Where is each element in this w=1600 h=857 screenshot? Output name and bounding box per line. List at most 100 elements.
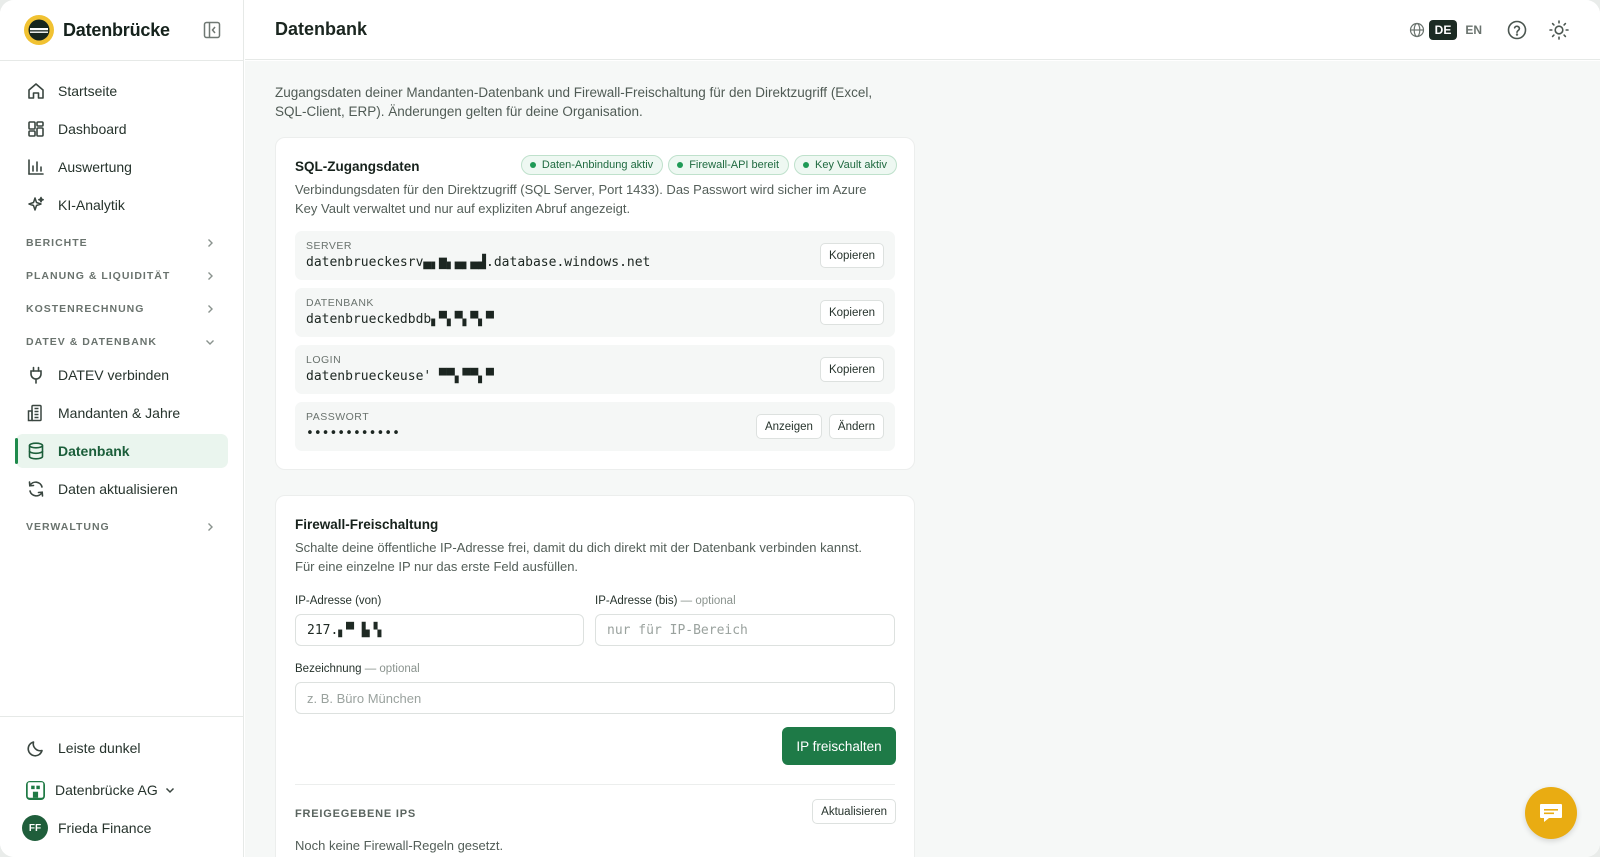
sidebar-nav: Startseite Dashboard Auswertung KI-Analy… [15, 74, 228, 543]
theme-toggle[interactable]: Leiste dunkel [16, 729, 228, 767]
status-badge: Daten-Anbindung aktiv [520, 155, 664, 175]
chat-widget-button[interactable] [1525, 787, 1577, 839]
sidebar-item-label: Auswertung [58, 159, 132, 175]
moon-icon [27, 741, 43, 757]
theme-toggle-label: Leiste dunkel [58, 740, 141, 756]
plug-icon [30, 366, 42, 384]
section-label: BERICHTE [26, 236, 88, 249]
credential-database: DATENBANK datenbrueckedbdb▖▀▖▀▖▀▖▀ Kopie… [295, 288, 895, 337]
status-dot-icon [803, 162, 810, 168]
chat-icon [1540, 804, 1562, 822]
lang-de-button[interactable]: DE [1428, 20, 1458, 40]
ip-freischalten-button[interactable]: IP freischalten [782, 727, 896, 765]
chevron-down-icon [206, 339, 214, 345]
refresh-rules-button[interactable]: Aktualisieren [812, 799, 896, 824]
credential-label: PASSWORT [306, 411, 370, 423]
description-label: Bezeichnung — optional [295, 663, 420, 675]
section-label: KOSTENRECHNUNG [26, 302, 145, 315]
credential-label: LOGIN [306, 354, 342, 366]
description-input[interactable]: z. B. Büro München [295, 682, 895, 714]
card-description: Verbindungsdaten für den Direktzugriff (… [295, 182, 867, 216]
credential-password: PASSWORT •••••••••••• Anzeigen Ändern [295, 402, 895, 451]
language-switcher: DE EN [1409, 20, 1486, 40]
user-menu[interactable]: FF Frieda Finance [16, 809, 228, 847]
ip-to-input[interactable]: nur für IP-Bereich [595, 614, 895, 646]
brand-logo-icon [24, 15, 54, 45]
org-logo-icon [26, 780, 45, 800]
sidebar-item-label: Dashboard [58, 121, 127, 137]
copy-server-button[interactable]: Kopieren [819, 243, 884, 268]
sidebar-section-verwaltung[interactable]: VERWALTUNG [16, 510, 228, 543]
ip-from-label: IP-Adresse (von) [295, 595, 382, 607]
credential-server: SERVER datenbrueckesrv▄▖▆▖▄▖▄▟.database.… [295, 231, 895, 280]
empty-state-text: Noch keine Firewall-Regeln gesetzt. [295, 838, 504, 853]
page-title: Datenbank [275, 19, 368, 39]
badge-label: Key Vault aktiv [815, 159, 887, 171]
chevron-down-icon [165, 787, 174, 794]
status-dot-icon [677, 162, 684, 168]
copy-login-button[interactable]: Kopieren [819, 357, 884, 382]
sparkles-icon [28, 196, 44, 211]
divider [295, 784, 895, 785]
sidebar-item-label: KI-Analytik [58, 197, 125, 213]
help-icon[interactable] [1506, 19, 1528, 41]
org-name: Datenbrücke AG [55, 782, 158, 798]
status-badge: Key Vault aktiv [794, 155, 897, 175]
password-masked-value: •••••••••••• [306, 426, 400, 441]
bar-chart-icon [28, 159, 44, 175]
section-label: DATEV & DATENBANK [26, 335, 157, 348]
chevron-right-icon [208, 522, 213, 531]
brand-name: Datenbrücke [63, 19, 170, 40]
card-title: SQL-Zugangsdaten [295, 159, 420, 174]
globe-icon [1409, 22, 1424, 38]
sql-credentials-card: SQL-Zugangsdaten Daten-Anbindung aktiv F… [275, 137, 915, 470]
badge-label: Firewall-API bereit [689, 159, 780, 171]
sidebar: Datenbrücke Startseite Dashboard Auswert… [0, 0, 244, 857]
badge-label: Daten-Anbindung aktiv [541, 159, 654, 171]
sidebar-item-startseite[interactable]: Startseite [16, 74, 228, 108]
status-badge: Firewall-API bereit [668, 155, 790, 175]
sun-icon[interactable] [1548, 19, 1570, 41]
sidebar-section-planung[interactable]: PLANUNG & LIQUIDITÄT [16, 259, 228, 292]
allowed-ips-title: FREIGEGEBENE IPS [295, 808, 416, 820]
lang-en-button[interactable]: EN [1461, 20, 1486, 40]
sidebar-divider [0, 60, 244, 61]
sidebar-item-datev-verbinden[interactable]: DATEV verbinden [16, 358, 228, 392]
copy-database-button[interactable]: Kopieren [819, 300, 884, 325]
sidebar-section-kostenrechnung[interactable]: KOSTENRECHNUNG [16, 292, 228, 325]
sidebar-item-daten-aktualisieren[interactable]: Daten aktualisieren [16, 472, 228, 506]
card-description: Schalte deine öffentliche IP-Adresse fre… [295, 540, 863, 574]
show-password-button[interactable]: Anzeigen [755, 414, 822, 439]
user-name: Frieda Finance [58, 820, 152, 836]
ip-from-input[interactable]: 217.▖▀ ▙▝▖ [295, 614, 584, 646]
dashboard-icon [28, 121, 44, 137]
card-title: Firewall-Freischaltung [295, 517, 439, 532]
credential-login: LOGIN datenbrueckeuse' ▀▀▖▀▀▖▀ Kopieren [295, 345, 895, 394]
sidebar-item-mandanten[interactable]: Mandanten & Jahre [16, 396, 228, 430]
page-intro: Zugangsdaten deiner Mandanten-Datenbank … [275, 85, 873, 119]
sidebar-item-datenbank[interactable]: Datenbank [15, 434, 228, 468]
sidebar-item-label: Mandanten & Jahre [58, 405, 181, 421]
credential-value: datenbrueckeuse' ▀▀▖▀▀▖▀ [306, 369, 494, 384]
brand[interactable]: Datenbrücke [24, 14, 170, 46]
app-window: Datenbrücke Startseite Dashboard Auswert… [0, 0, 1600, 857]
credential-label: DATENBANK [306, 297, 374, 309]
refresh-icon [28, 481, 44, 497]
sidebar-section-berichte[interactable]: BERICHTE [16, 226, 228, 259]
chevron-right-icon [208, 271, 213, 280]
sidebar-item-label: Datenbank [58, 443, 130, 459]
credential-value: datenbrueckedbdb▖▀▖▀▖▀▖▀ [306, 312, 494, 327]
section-label: PLANUNG & LIQUIDITÄT [26, 269, 171, 282]
header-tools: DE EN [1409, 17, 1570, 43]
sidebar-section-datev[interactable]: DATEV & DATENBANK [16, 325, 228, 358]
sidebar-item-label: Startseite [58, 83, 118, 99]
chevron-right-icon [208, 304, 213, 313]
sidebar-collapse-icon[interactable] [202, 20, 222, 40]
sidebar-item-auswertung[interactable]: Auswertung [16, 150, 228, 184]
org-switcher[interactable]: Datenbrücke AG [16, 771, 228, 809]
chevron-right-icon [208, 238, 213, 247]
sidebar-item-dashboard[interactable]: Dashboard [16, 112, 228, 146]
section-label: VERWALTUNG [26, 520, 110, 533]
sidebar-item-ki-analytik[interactable]: KI-Analytik [16, 188, 228, 222]
change-password-button[interactable]: Ändern [828, 414, 884, 439]
